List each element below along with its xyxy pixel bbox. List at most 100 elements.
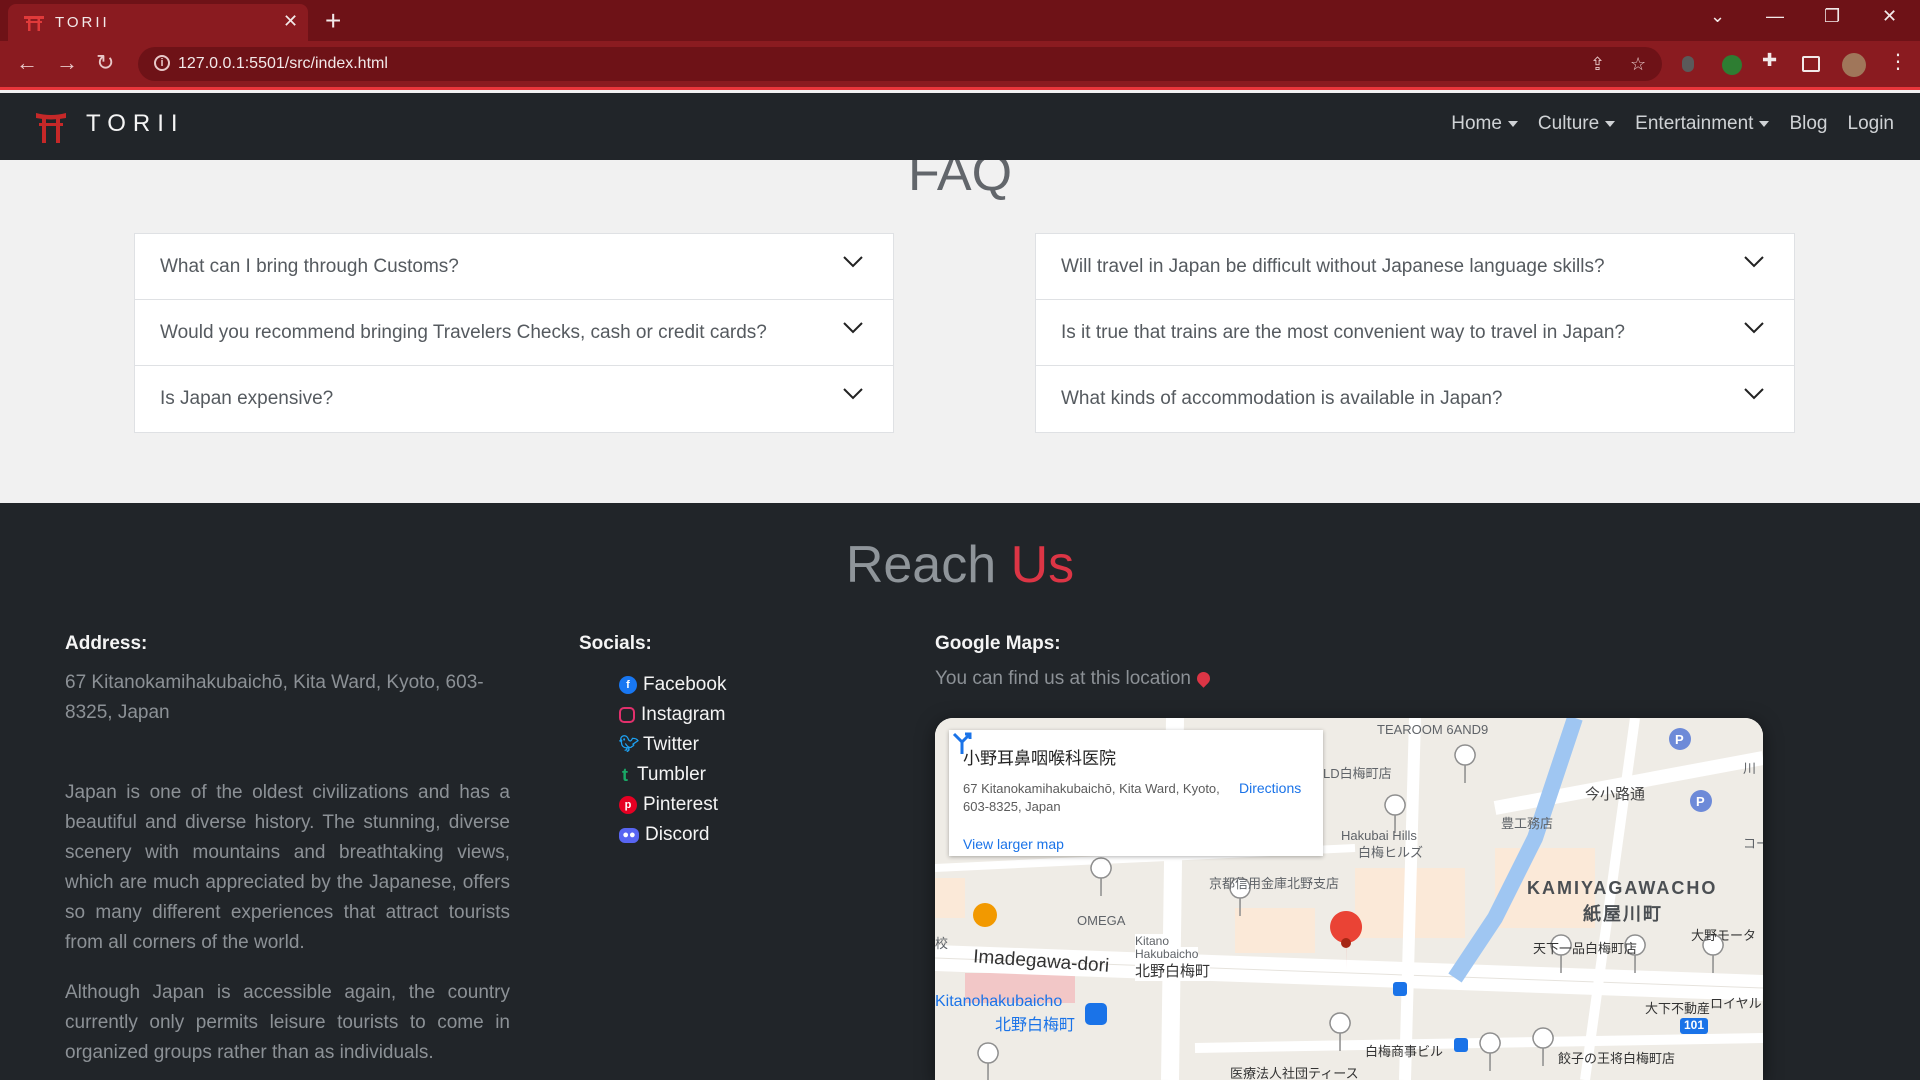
social-link-discord[interactable]: ●● Discord [619,820,726,850]
faq-accordion-right: Will travel in Japan be difficult withou… [1035,233,1795,433]
url-text[interactable]: 127.0.0.1:5501/src/index.html [178,55,388,73]
svg-text:P: P [1696,794,1705,809]
map-label: 川 [1743,761,1757,776]
close-window-icon[interactable]: ✕ [1882,6,1897,27]
side-panel-icon[interactable] [1802,56,1820,72]
nav-culture-label: Culture [1537,113,1600,134]
tab-close-icon[interactable]: ✕ [283,11,298,32]
forward-icon[interactable]: → [56,50,78,76]
faq-item[interactable]: What can I bring through Customs? [135,234,893,300]
nav-entertainment[interactable]: Entertainment [1635,113,1770,135]
socials-heading: Socials: [579,633,652,654]
browser-tab[interactable]: TORII ✕ [8,4,308,41]
reach-title-accent: Us [1010,536,1075,594]
puzzle-extensions-icon[interactable]: ✚ [1762,50,1782,70]
back-icon[interactable]: ← [16,50,38,76]
social-link-pinterest[interactable]: p Pinterest [619,790,726,820]
social-label: Facebook [643,674,727,695]
twitter-icon: 🐦︎ [619,736,640,753]
url-field[interactable]: i 127.0.0.1:5501/src/index.html ⇪ ☆ [138,47,1662,81]
chevron-down-icon [1744,256,1764,268]
map-label: 医療法人社団ティース [1230,1066,1359,1080]
restore-icon[interactable]: ❐ [1824,6,1840,27]
map-station-label: Kitanohakubaicho [935,993,1063,1010]
map-label: 北野白梅町 [1135,960,1211,981]
social-link-instagram[interactable]: Instagram [619,700,726,730]
map-label: コー [1743,836,1763,851]
map-label: ロイヤルメ [1710,996,1763,1011]
brand-name[interactable]: TORII [86,110,185,138]
social-link-facebook[interactable]: f Facebook [619,670,726,700]
map-label: 京都信用金庫北野支店 [1209,876,1340,891]
address-text: 67 Kitanokamihakubaichō, Kita Ward, Kyot… [65,672,484,723]
social-link-tumblr[interactable]: t Tumbler [619,760,726,790]
extension-icon[interactable] [1682,56,1694,72]
faq-question: What kinds of accommodation is available… [1061,388,1503,409]
discord-icon: ●● [619,827,639,843]
faq-item[interactable]: Is Japan expensive? [135,366,893,432]
site-info-icon[interactable]: i [154,55,170,71]
extension-tree-icon[interactable] [1722,55,1742,75]
chevron-down-icon [843,256,863,268]
nav-culture[interactable]: Culture [1537,113,1616,135]
nav-home[interactable]: Home [1451,113,1518,135]
directions-icon[interactable] [949,730,975,756]
directions-link[interactable]: Directions [1239,780,1301,796]
map-label: 今小路通 [1585,786,1646,803]
map-place-card: 小野耳鼻咽喉科医院 67 Kitanokamihakubaichō, Kita … [949,730,1323,856]
nav-login[interactable]: Login [1848,113,1895,135]
tab-search-icon[interactable]: ⌄ [1710,6,1725,27]
share-icon[interactable]: ⇪ [1590,54,1605,75]
map-label: 大下不動産 [1645,1001,1711,1016]
pinterest-icon: p [619,796,637,814]
profile-avatar[interactable] [1842,53,1866,77]
reach-title-first: Reach [845,536,997,594]
torii-favicon-icon [24,16,44,31]
menu-kebab-icon[interactable]: ⋮ [1888,49,1908,73]
map-label: OMEGA [1077,913,1126,928]
location-pin-icon [1194,669,1213,688]
facebook-icon: f [619,676,637,694]
footer-contact: Reach Us Address: 67 Kitanokamihakubaich… [0,503,1920,1080]
google-map-embed[interactable]: P P TEAROOM 6AND9 LD白梅町店 今小路通 川 Hakubai … [935,718,1763,1080]
maps-subtitle: You can find us at this location [935,668,1213,690]
faq-question: Would you recommend bringing Travelers C… [160,322,767,343]
faq-item[interactable]: Would you recommend bringing Travelers C… [135,300,893,366]
faq-item[interactable]: What kinds of accommodation is available… [1036,366,1794,432]
map-label: 餃子の王将白梅町店 [1558,1051,1676,1066]
nav-blog-label: Blog [1789,113,1828,134]
map-label: 校 [935,936,949,951]
social-label: Twitter [643,734,699,755]
map-district-label: 紙屋川町 [1583,904,1663,924]
map-label: Hakubai Hills [1341,828,1417,843]
faq-question: Is Japan expensive? [160,388,334,409]
nav-home-label: Home [1451,113,1502,134]
address-heading: Address: [65,633,148,654]
view-larger-map-link[interactable]: View larger map [963,836,1064,852]
minimize-icon[interactable]: — [1766,6,1784,27]
faq-item[interactable]: Is it true that trains are the most conv… [1036,300,1794,366]
social-label: Pinterest [643,794,718,815]
bookmark-star-icon[interactable]: ☆ [1630,54,1646,75]
social-link-twitter[interactable]: 🐦︎ Twitter [619,730,726,760]
chevron-down-icon [843,388,863,400]
place-name: 小野耳鼻咽喉科医院 [963,749,1116,768]
faq-title: FAQ [907,160,1013,202]
social-label: Discord [645,824,710,845]
site-navbar: TORII Home Culture Entertainment Blog Lo… [0,93,1920,160]
maps-subtitle-text: You can find us at this location [935,668,1191,689]
address-bar: ← → ↻ i 127.0.0.1:5501/src/index.html ⇪ … [0,41,1920,90]
caret-down-icon [1507,121,1518,127]
faq-question: Will travel in Japan be difficult withou… [1061,256,1605,277]
new-tab-icon[interactable]: + [325,5,341,37]
map-label: Kitano [1135,934,1170,948]
reload-icon[interactable]: ↻ [96,50,114,76]
map-label: 白梅ヒルズ [1358,845,1424,860]
map-route-label: 101 [1684,1018,1705,1032]
nav-blog[interactable]: Blog [1789,113,1827,135]
svg-text:P: P [1675,732,1684,747]
faq-section: FAQ What can I bring through Customs? Wo… [0,160,1920,503]
chevron-down-icon [843,322,863,334]
map-label: 天下一品白梅町店 [1533,941,1638,956]
faq-item[interactable]: Will travel in Japan be difficult withou… [1036,234,1794,300]
